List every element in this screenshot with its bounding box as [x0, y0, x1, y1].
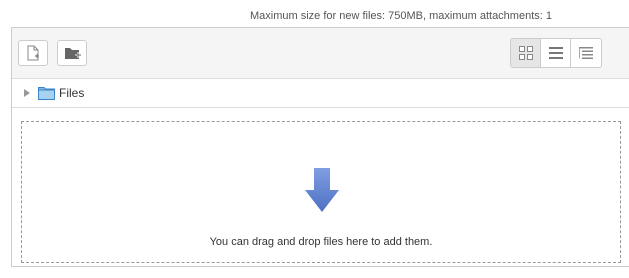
create-folder-icon [65, 48, 81, 59]
view-switcher [510, 38, 602, 68]
file-manager: Files You can drag and drop files here t… [11, 27, 629, 267]
file-manager-toolbar [12, 28, 629, 79]
list-icon [549, 47, 563, 59]
path-bar: Files [12, 79, 629, 108]
tree-view-button[interactable] [571, 39, 601, 67]
list-view-button[interactable] [541, 39, 571, 67]
path-files-link[interactable]: Files [59, 86, 84, 100]
add-file-icon [27, 45, 39, 61]
expand-arrow-icon[interactable] [24, 89, 30, 97]
file-limits-text: Maximum size for new files: 750MB, maxim… [250, 10, 552, 22]
add-file-button[interactable] [18, 40, 48, 66]
tree-icon [579, 47, 593, 59]
icons-view-button[interactable] [511, 39, 541, 67]
drop-zone[interactable]: You can drag and drop files here to add … [21, 121, 621, 263]
grid-icon [519, 46, 533, 60]
drop-zone-message: You can drag and drop files here to add … [209, 236, 433, 248]
create-folder-button[interactable] [57, 40, 87, 66]
down-arrow-icon [305, 168, 339, 212]
folder-icon [38, 87, 55, 100]
